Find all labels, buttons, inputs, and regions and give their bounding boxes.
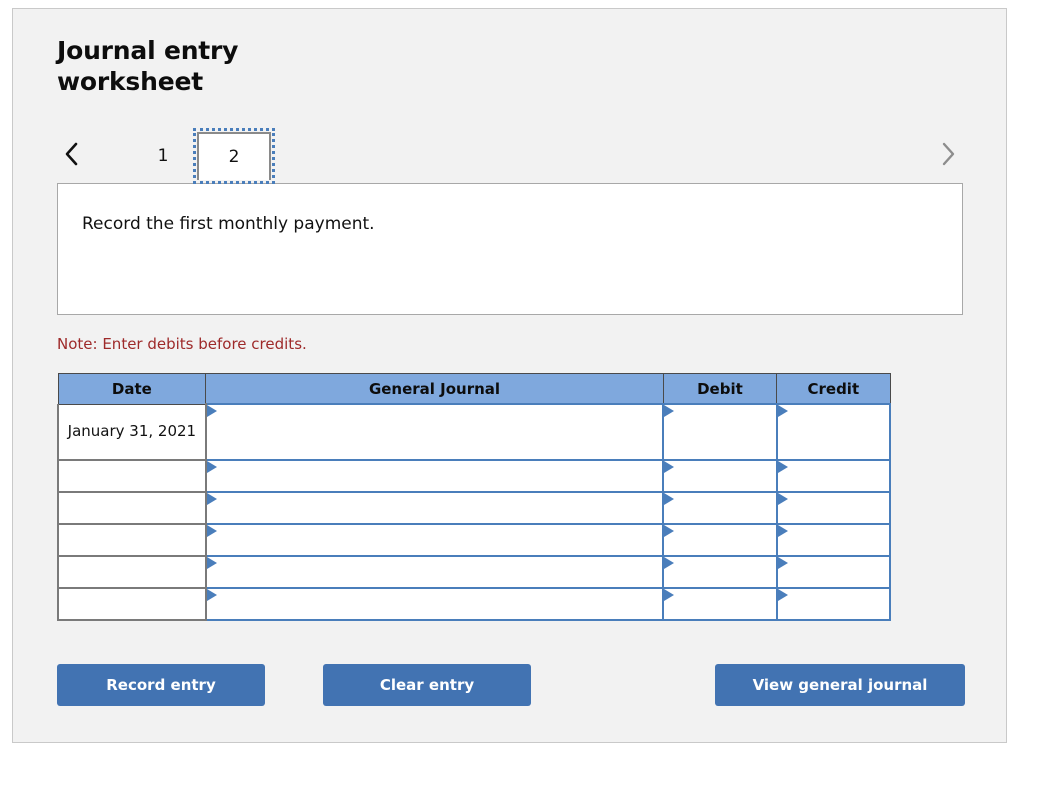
record-entry-button[interactable]: Record entry <box>57 664 265 706</box>
next-page-button[interactable] <box>933 136 963 172</box>
debit-input-cell[interactable] <box>662 491 778 525</box>
cell-dropdown-marker-icon <box>206 405 217 417</box>
clear-entry-button[interactable]: Clear entry <box>323 664 531 706</box>
view-general-journal-button[interactable]: View general journal <box>715 664 965 706</box>
general-journal-input-cell[interactable] <box>204 491 665 525</box>
general-journal-input-cell[interactable] <box>204 459 665 493</box>
credit-input-cell[interactable] <box>775 459 892 493</box>
debit-input-cell[interactable] <box>662 555 778 589</box>
table-row <box>57 491 892 525</box>
column-header-debit: Debit <box>662 373 778 405</box>
tab-page-2-label: 2 <box>228 147 240 167</box>
general-journal-input-cell[interactable] <box>204 523 665 557</box>
table-header-row: Date General Journal Debit Credit <box>57 373 891 405</box>
cell-dropdown-marker-icon <box>664 557 675 569</box>
cell-dropdown-marker-icon <box>777 589 788 601</box>
cell-dropdown-marker-icon <box>664 461 675 473</box>
table-row: January 31, 2021 <box>57 403 892 461</box>
tab-strip: 1 2 <box>57 126 963 186</box>
table-row <box>57 555 892 589</box>
date-cell[interactable] <box>57 588 207 621</box>
page-title: Journal entry worksheet <box>57 36 239 96</box>
instruction-text: Record the first monthly payment. <box>82 214 375 234</box>
cell-dropdown-marker-icon <box>777 461 788 473</box>
chevron-right-icon <box>939 141 957 167</box>
tab-page-2[interactable]: 2 <box>193 128 275 184</box>
date-cell[interactable] <box>57 556 207 589</box>
worksheet-panel: Journal entry worksheet 1 2 Record the f… <box>12 8 1007 743</box>
credit-input-cell[interactable] <box>775 587 892 621</box>
cell-dropdown-marker-icon <box>664 405 675 417</box>
cell-dropdown-marker-icon <box>206 461 217 473</box>
credit-input-cell[interactable] <box>775 403 892 461</box>
cell-dropdown-marker-icon <box>206 557 217 569</box>
date-cell[interactable]: January 31, 2021 <box>57 403 207 461</box>
cell-dropdown-marker-icon <box>206 493 217 505</box>
table-row <box>57 523 892 557</box>
general-journal-input-cell[interactable] <box>204 555 665 589</box>
cell-dropdown-marker-icon <box>664 525 675 537</box>
cell-dropdown-marker-icon <box>206 525 217 537</box>
debit-input-cell[interactable] <box>662 523 778 557</box>
cell-dropdown-marker-icon <box>206 589 217 601</box>
credit-input-cell[interactable] <box>775 491 892 525</box>
general-journal-input-cell[interactable] <box>204 403 665 461</box>
column-header-date: Date <box>57 373 207 405</box>
cell-dropdown-marker-icon <box>777 493 788 505</box>
screenshot-root: Journal entry worksheet 1 2 Record the f… <box>0 0 1056 798</box>
cell-dropdown-marker-icon <box>777 525 788 537</box>
column-header-credit: Credit <box>776 373 891 405</box>
debit-input-cell[interactable] <box>662 459 778 493</box>
cell-dropdown-marker-icon <box>664 589 675 601</box>
debits-before-credits-note: Note: Enter debits before credits. <box>57 335 307 353</box>
credit-input-cell[interactable] <box>775 555 892 589</box>
column-header-general-journal: General Journal <box>205 373 664 405</box>
date-cell[interactable] <box>57 492 207 525</box>
table-row <box>57 459 892 493</box>
journal-entry-table: Date General Journal Debit Credit Januar… <box>57 373 892 621</box>
credit-input-cell[interactable] <box>775 523 892 557</box>
prev-page-button[interactable] <box>57 136 87 172</box>
table-row <box>57 587 892 621</box>
debit-input-cell[interactable] <box>662 403 778 461</box>
cell-dropdown-marker-icon <box>777 405 788 417</box>
general-journal-input-cell[interactable] <box>204 587 665 621</box>
date-cell[interactable] <box>57 460 207 493</box>
tab-page-1[interactable]: 1 <box>135 132 191 180</box>
cell-dropdown-marker-icon <box>777 557 788 569</box>
chevron-left-icon <box>63 141 81 167</box>
date-cell[interactable] <box>57 524 207 557</box>
tab-page-1-label: 1 <box>157 146 169 166</box>
instruction-box: Record the first monthly payment. <box>57 183 963 315</box>
debit-input-cell[interactable] <box>662 587 778 621</box>
cell-dropdown-marker-icon <box>664 493 675 505</box>
